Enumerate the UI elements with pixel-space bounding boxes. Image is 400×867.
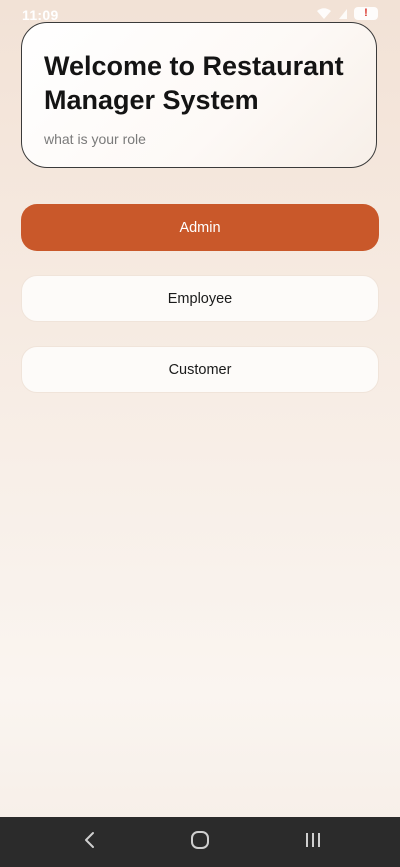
welcome-title: Welcome to Restaurant Manager System bbox=[44, 51, 344, 115]
wifi-icon bbox=[316, 7, 332, 20]
back-button[interactable] bbox=[60, 817, 120, 867]
home-button[interactable] bbox=[170, 817, 230, 867]
role-prompt: what is your role bbox=[44, 131, 146, 147]
status-time: 11:09 bbox=[22, 7, 59, 23]
welcome-card: Welcome to Restaurant Manager System wha… bbox=[21, 22, 377, 168]
status-icons: ! bbox=[316, 7, 378, 20]
back-icon bbox=[83, 831, 97, 854]
signal-icon bbox=[338, 8, 348, 20]
battery-alert-icon: ! bbox=[354, 7, 378, 20]
recents-icon bbox=[304, 831, 322, 854]
admin-button[interactable]: Admin bbox=[21, 204, 379, 251]
home-icon bbox=[190, 830, 210, 855]
recents-button[interactable] bbox=[283, 817, 343, 867]
customer-button[interactable]: Customer bbox=[21, 346, 379, 393]
employee-button[interactable]: Employee bbox=[21, 275, 379, 322]
navigation-bar bbox=[0, 817, 400, 867]
